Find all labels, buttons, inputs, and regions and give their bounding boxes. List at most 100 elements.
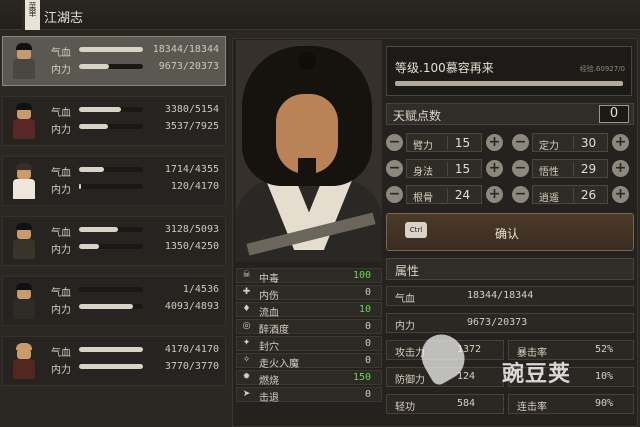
status-effect-row: ◎ 醉酒度 0 [236, 319, 382, 336]
character-portrait [9, 283, 39, 321]
increase-button[interactable]: + [486, 186, 503, 203]
property-label: 轻功 [395, 402, 415, 413]
attribute-box: 臂力 15 [406, 133, 482, 152]
mp-bar [79, 364, 143, 369]
status-effect-row: ✚ 内伤 0 [236, 285, 382, 302]
status-effect-label: 内伤 [259, 291, 279, 302]
talent-points-row: 天赋点数 0 [386, 103, 634, 125]
mp-bar [79, 304, 143, 309]
menu-tab[interactable]: 菜单 [22, 0, 40, 30]
mp-value: 120/4170 [170, 181, 219, 192]
party-member-card[interactable]: 气血 1/4536 内力 4093/4893 [2, 276, 226, 326]
properties-header: 属性 [386, 258, 634, 280]
decrease-button[interactable]: − [512, 134, 529, 151]
property-label: 内力 [395, 321, 415, 332]
character-portrait [9, 223, 39, 261]
hp-bar-fill [79, 47, 143, 52]
mp-value: 4093/4893 [164, 301, 219, 312]
status-effect-value: 0 [364, 287, 371, 298]
status-effect-label: 走火入魔 [259, 359, 299, 370]
decrease-button[interactable]: − [386, 134, 403, 151]
mp-label: 内力 [51, 65, 71, 76]
decrease-button[interactable]: − [512, 160, 529, 177]
status-effect-label: 中毒 [259, 274, 279, 285]
mp-row: 内力 120/4170 [51, 181, 223, 196]
increase-button[interactable]: + [612, 186, 629, 203]
attribute-box: 身法 15 [406, 159, 482, 178]
hp-bar [79, 47, 143, 52]
confirm-button[interactable]: Ctrl 确认 [386, 213, 634, 251]
poison-icon: ☠ [242, 270, 251, 280]
status-effect-value: 0 [364, 389, 371, 400]
mp-bar [79, 124, 143, 129]
status-effect-row: ☠ 中毒 100 [236, 268, 382, 285]
party-member-card[interactable]: 气血 1714/4355 内力 120/4170 [2, 156, 226, 206]
party-member-card[interactable]: 气血 4170/4170 内力 3770/3770 [2, 336, 226, 386]
decrease-button[interactable]: − [512, 186, 529, 203]
mp-label: 内力 [51, 305, 71, 316]
hp-label: 气血 [51, 348, 71, 359]
attribute-box: 根骨 24 [406, 185, 482, 204]
character-portrait [9, 343, 39, 381]
ctrl-key-hint: Ctrl [405, 222, 427, 238]
hp-value: 18344/18344 [152, 44, 219, 55]
status-effect-label: 封穴 [259, 342, 279, 353]
mp-row: 内力 3770/3770 [51, 361, 223, 376]
status-effect-label: 燃烧 [259, 376, 279, 387]
window-title: 江湖志 [44, 11, 84, 26]
character-portrait [9, 103, 39, 141]
exp-bar [395, 81, 623, 86]
hp-row: 气血 3128/5093 [51, 224, 223, 239]
increase-button[interactable]: + [612, 160, 629, 177]
watermark: 豌豆荚 [413, 326, 640, 396]
property-value: 90% [595, 398, 614, 409]
status-effect-row: ♦ 流血 10 [236, 302, 382, 319]
hp-row: 气血 4170/4170 [51, 344, 223, 359]
hp-value: 3380/5154 [164, 104, 219, 115]
hp-value: 4170/4170 [164, 344, 219, 355]
talent-points-label: 天赋点数 [393, 109, 442, 123]
character-portrait [9, 43, 39, 81]
increase-button[interactable]: + [612, 134, 629, 151]
hp-label: 气血 [51, 48, 71, 59]
property-value: 18344/18344 [467, 290, 534, 301]
decrease-button[interactable]: − [386, 160, 403, 177]
status-effect-row: ✹ 燃烧 150 [236, 370, 382, 387]
watermark-logo-icon [413, 326, 473, 388]
property-label: 气血 [395, 294, 415, 305]
party-member-card[interactable]: 气血 3128/5093 内力 1350/4250 [2, 216, 226, 266]
properties-header-label: 属性 [395, 264, 420, 278]
increase-button[interactable]: + [486, 160, 503, 177]
seal-icon: ✦ [242, 338, 251, 348]
property-label: 连击率 [517, 402, 547, 413]
decrease-button[interactable]: − [386, 186, 403, 203]
attribute-box: 定力 30 [532, 133, 608, 152]
mp-row: 内力 9673/20373 [51, 61, 223, 76]
attribute-value: 30 [573, 136, 603, 150]
status-effect-label: 流血 [259, 308, 279, 319]
status-effect-value: 10 [358, 304, 371, 315]
party-member-card[interactable]: 气血 3380/5154 内力 3537/7925 [2, 96, 226, 146]
party-member-card[interactable]: 气血 18344/18344 内力 9673/20373 [2, 36, 226, 86]
mp-value: 9673/20373 [158, 61, 219, 72]
hp-label: 气血 [51, 228, 71, 239]
mp-bar [79, 184, 143, 189]
increase-button[interactable]: + [486, 134, 503, 151]
hp-value: 1/4536 [182, 284, 219, 295]
mp-bar-fill [79, 184, 81, 189]
hp-label: 气血 [51, 168, 71, 179]
attribute-label: 逍遥 [539, 193, 559, 204]
attribute-value: 15 [447, 136, 477, 150]
property-row: 轻功 584 [386, 394, 504, 414]
attribute-value: 24 [447, 188, 477, 202]
hp-bar-fill [79, 107, 121, 112]
hp-bar [79, 287, 143, 292]
hp-row: 气血 3380/5154 [51, 104, 223, 119]
hp-value: 3128/5093 [164, 224, 219, 235]
hp-bar [79, 227, 143, 232]
hp-row: 气血 18344/18344 [51, 44, 223, 59]
status-effect-value: 0 [364, 321, 371, 332]
attribute-label: 根骨 [413, 193, 433, 204]
watermark-text: 豌豆荚 [502, 362, 572, 387]
hero-portrait [236, 40, 382, 262]
